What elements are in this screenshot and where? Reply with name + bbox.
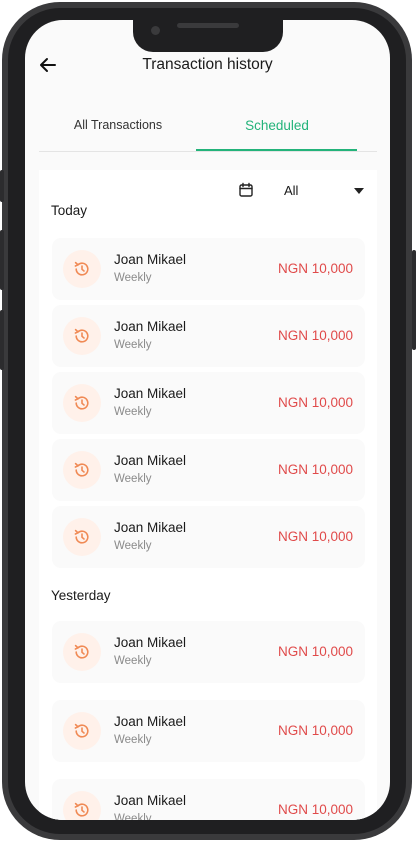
recipient-name: Joan Mikael — [114, 453, 187, 468]
transaction-amount: NGN 10,000 — [277, 802, 353, 817]
history-clock-icon — [74, 261, 89, 276]
transaction-row[interactable]: Joan Mikael Weekly NGN 10,000 — [52, 372, 365, 434]
front-camera — [151, 26, 160, 35]
recipient-name: Joan Mikael — [114, 793, 187, 808]
notch — [133, 20, 283, 52]
section-label-today: Today — [51, 203, 88, 218]
transaction-row[interactable]: Joan Mikael Weekly NGN 10,000 — [52, 506, 365, 568]
tab-scheduled[interactable]: Scheduled — [197, 116, 357, 151]
transfer-frequency: Weekly — [114, 734, 152, 746]
recipient-name: Joan Mikael — [114, 386, 187, 401]
schedule-icon-badge — [63, 633, 101, 671]
calendar-button[interactable] — [232, 178, 260, 204]
transaction-amount: NGN 10,000 — [277, 644, 353, 659]
history-clock-icon — [74, 529, 89, 544]
transfer-frequency: Weekly — [114, 406, 152, 418]
app-screen: Transaction history All Transactions Sch… — [25, 20, 390, 820]
transfer-frequency: Weekly — [114, 540, 152, 552]
filter-dropdown[interactable]: All — [272, 180, 364, 202]
transfer-frequency: Weekly — [114, 655, 152, 667]
transaction-list: Today All Joan Mikael Weekly NGN 10,000 Joan … — [39, 170, 377, 820]
recipient-name: Joan Mikael — [114, 714, 187, 729]
history-clock-icon — [74, 644, 89, 659]
history-clock-icon — [74, 723, 89, 738]
recipient-name: Joan Mikael — [114, 319, 187, 334]
tab-all-transactions[interactable]: All Transactions — [39, 116, 197, 151]
transaction-amount: NGN 10,000 — [277, 395, 353, 410]
history-clock-icon — [74, 462, 89, 477]
power-button — [412, 250, 416, 350]
schedule-icon-badge — [63, 791, 101, 820]
active-tab-indicator — [196, 149, 357, 151]
transfer-frequency: Weekly — [114, 473, 152, 485]
recipient-name: Joan Mikael — [114, 520, 187, 535]
page-title: Transaction history — [142, 56, 273, 73]
transfer-frequency: Weekly — [114, 272, 152, 284]
volume-down-button — [0, 310, 4, 370]
schedule-icon-badge — [63, 451, 101, 489]
transaction-row[interactable]: Joan Mikael Weekly NGN 10,000 — [52, 439, 365, 501]
mute-switch — [0, 170, 4, 202]
transaction-row[interactable]: Joan Mikael Weekly NGN 10,000 — [52, 700, 365, 762]
section-label-yesterday: Yesterday — [51, 588, 111, 603]
transaction-amount: NGN 10,000 — [277, 328, 353, 343]
transaction-row[interactable]: Joan Mikael Weekly NGN 10,000 — [52, 779, 365, 820]
history-clock-icon — [74, 328, 89, 343]
schedule-icon-badge — [63, 518, 101, 556]
transaction-amount: NGN 10,000 — [277, 723, 353, 738]
history-clock-icon — [74, 802, 89, 817]
schedule-icon-badge — [63, 317, 101, 355]
caret-down-icon — [354, 188, 364, 194]
speaker — [177, 23, 239, 28]
tab-bar: All Transactions Scheduled — [39, 116, 377, 152]
transaction-row[interactable]: Joan Mikael Weekly NGN 10,000 — [52, 238, 365, 300]
filter-value: All — [284, 183, 299, 198]
transfer-frequency: Weekly — [114, 339, 152, 351]
calendar-icon — [239, 182, 253, 197]
transfer-frequency: Weekly — [114, 813, 152, 820]
transaction-amount: NGN 10,000 — [277, 261, 353, 276]
transaction-row[interactable]: Joan Mikael Weekly NGN 10,000 — [52, 621, 365, 683]
volume-up-button — [0, 230, 4, 290]
transaction-amount: NGN 10,000 — [277, 462, 353, 477]
schedule-icon-badge — [63, 384, 101, 422]
recipient-name: Joan Mikael — [114, 635, 187, 650]
schedule-icon-badge — [63, 712, 101, 750]
transaction-row[interactable]: Joan Mikael Weekly NGN 10,000 — [52, 305, 365, 367]
transaction-amount: NGN 10,000 — [277, 529, 353, 544]
recipient-name: Joan Mikael — [114, 252, 187, 267]
history-clock-icon — [74, 395, 89, 410]
schedule-icon-badge — [63, 250, 101, 288]
